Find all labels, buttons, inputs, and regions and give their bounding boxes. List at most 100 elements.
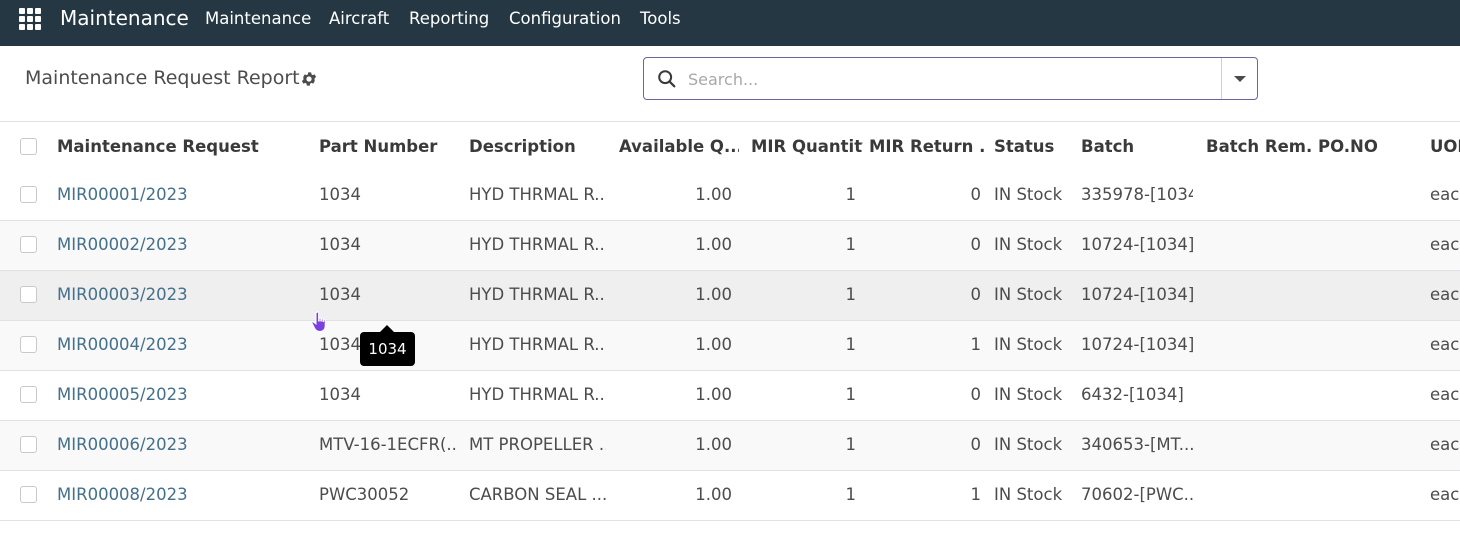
uom-cell: each [1430,185,1460,204]
available-qty-cell: 1.00 [695,235,732,254]
batch-cell: 70602-[PWC... [1081,485,1193,504]
menu-aircraft[interactable]: Aircraft [329,9,389,28]
available-qty-cell: 1.00 [695,185,732,204]
status-cell: IN Stock [994,485,1063,504]
column-header-available-qty[interactable]: Available Q... [619,137,739,156]
part-number-cell: 1034 [319,185,361,204]
description-cell: MT PROPELLER ... [469,435,606,454]
table-row[interactable]: MIR00004/2023 1034 HYD THRMAL R... 1.00 1 1 IN… [0,321,1460,371]
mir-quantity-cell: 1 [845,435,857,454]
status-cell: IN Stock [994,285,1063,304]
column-header-batch[interactable]: Batch [1081,137,1196,156]
gear-icon[interactable] [300,70,318,88]
part-number-cell: PWC30052 [319,485,410,504]
menu-tools[interactable]: Tools [640,9,681,28]
mir-return-cell: 0 [970,235,982,254]
part-number-cell: 1034 [319,235,361,254]
status-cell: IN Stock [994,435,1063,454]
available-qty-cell: 1.00 [695,285,732,304]
request-link[interactable]: MIR00004/2023 [57,335,307,354]
batch-cell: 340653-[MT... [1081,435,1193,454]
row-checkbox[interactable] [20,186,37,203]
batch-cell: 335978-[1034] [1081,185,1193,204]
request-link[interactable]: MIR00005/2023 [57,385,307,404]
row-checkbox[interactable] [20,386,37,403]
search-input[interactable] [688,66,1218,92]
menu-reporting[interactable]: Reporting [409,9,489,28]
request-link[interactable]: MIR00002/2023 [57,235,307,254]
menu-configuration[interactable]: Configuration [509,9,621,28]
batch-cell: 10724-[1034] [1081,235,1193,254]
search-options-toggle[interactable] [1221,58,1257,99]
table-row[interactable]: MIR00002/2023 1034 HYD THRMAL R... 1.00 1 0 IN… [0,221,1460,271]
column-header-request[interactable]: Maintenance Request [57,137,307,156]
search-bar [643,57,1258,100]
chevron-down-icon [1233,75,1246,82]
batch-cell: 10724-[1034] [1081,285,1193,304]
table-row[interactable]: MIR00005/2023 1034 HYD THRMAL R... 1.00 1 0 IN… [0,371,1460,421]
column-header-po-no[interactable]: PO.NO [1318,137,1418,156]
tooltip: 1034 [360,325,415,366]
table-row[interactable]: MIR00008/2023 PWC30052 CARBON SEAL ... 1.00… [0,471,1460,521]
part-number-cell: MTV-16-1ECFR(... [319,435,456,454]
uom-cell: each [1430,385,1460,404]
batch-cell: 6432-[1034] [1081,385,1184,404]
table-row[interactable]: MIR00006/2023 MTV-16-1ECFR(... MT PROPELLE… [0,421,1460,471]
status-cell: IN Stock [994,385,1063,404]
search-icon [658,70,676,88]
mir-quantity-cell: 1 [845,385,857,404]
mir-return-cell: 0 [970,285,982,304]
column-header-mir-quantity[interactable]: MIR Quantity [751,137,863,156]
description-cell: HYD THRMAL R... [469,235,606,254]
mir-quantity-cell: 1 [845,285,857,304]
mir-quantity-cell: 1 [845,185,857,204]
row-checkbox[interactable] [20,286,37,303]
description-cell: HYD THRMAL R... [469,185,606,204]
description-cell: HYD THRMAL R... [469,285,606,304]
row-checkbox[interactable] [20,486,37,503]
uom-cell: each [1430,285,1460,304]
request-link[interactable]: MIR00006/2023 [57,435,307,454]
part-number-cell: 1034 [319,385,361,404]
available-qty-cell: 1.00 [695,335,732,354]
mir-quantity-cell: 1 [845,485,857,504]
column-header-mir-return[interactable]: MIR Return ... [869,137,984,156]
top-navbar: Maintenance Maintenance Aircraft Reporti… [0,0,1460,46]
uom-cell: each [1430,335,1460,354]
row-checkbox[interactable] [20,436,37,453]
request-link[interactable]: MIR00008/2023 [57,485,307,504]
page-title: Maintenance Request Report [25,67,300,89]
description-cell: HYD THRMAL R... [469,335,606,354]
menu-maintenance[interactable]: Maintenance [205,9,311,28]
select-all-checkbox[interactable] [20,138,37,155]
mir-return-cell: 1 [970,485,982,504]
column-header-batch-remaining[interactable]: Batch Rem... [1206,137,1311,156]
uom-cell: each [1430,485,1460,504]
column-header-uom[interactable]: UOM [1430,137,1460,156]
status-cell: IN Stock [994,185,1063,204]
mir-return-cell: 0 [970,185,982,204]
row-checkbox[interactable] [20,336,37,353]
table-row[interactable]: MIR00003/2023 1034 HYD THRMAL R... 1.00 1 0 IN… [0,271,1460,321]
app-brand[interactable]: Maintenance [60,6,189,30]
apps-grid-icon[interactable] [19,8,41,30]
mir-quantity-cell: 1 [845,335,857,354]
request-link[interactable]: MIR00003/2023 [57,285,307,304]
mir-return-cell: 0 [970,385,982,404]
column-header-status[interactable]: Status [994,137,1074,156]
description-cell: CARBON SEAL ... [469,485,606,504]
batch-cell: 10724-[1034] [1081,335,1193,354]
available-qty-cell: 1.00 [695,385,732,404]
row-checkbox[interactable] [20,236,37,253]
part-number-cell: 1034 [319,285,361,304]
available-qty-cell: 1.00 [695,485,732,504]
hand-pointer-icon [311,311,326,333]
column-header-description[interactable]: Description [469,137,604,156]
mir-quantity-cell: 1 [845,235,857,254]
status-cell: IN Stock [994,235,1063,254]
table-row[interactable]: MIR00001/2023 1034 HYD THRMAL R... 1.00 1 0 IN… [0,171,1460,221]
description-cell: HYD THRMAL R... [469,385,606,404]
request-link[interactable]: MIR00001/2023 [57,185,307,204]
table-top-divider [0,121,1460,122]
column-header-part-number[interactable]: Part Number [319,137,454,156]
